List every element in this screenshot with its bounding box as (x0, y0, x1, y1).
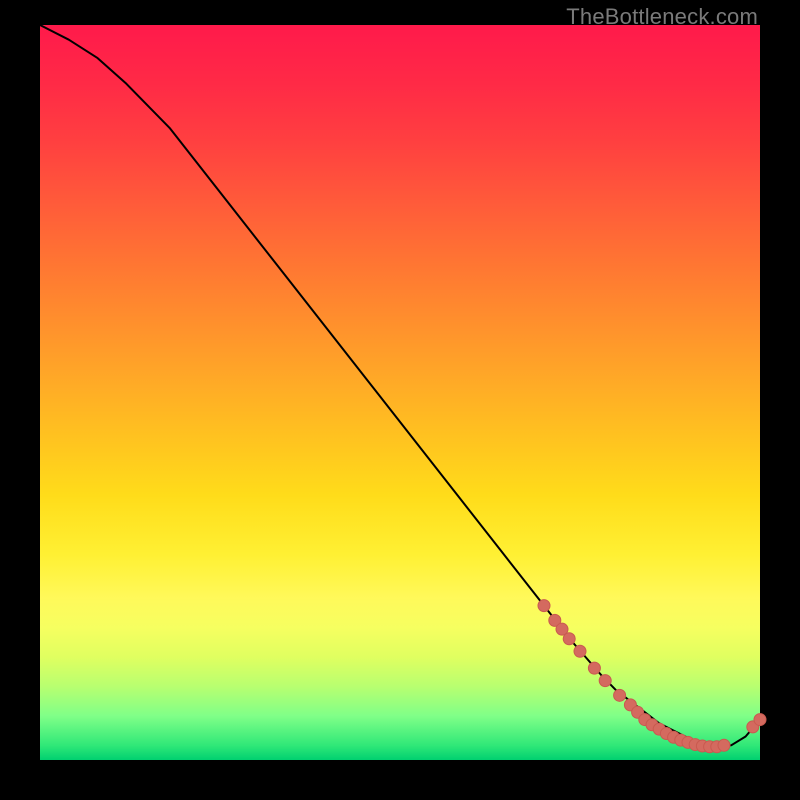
curve-marker (588, 662, 600, 674)
curve-marker (563, 633, 575, 645)
curve-marker (538, 600, 550, 612)
curve-marker (574, 645, 586, 657)
plot-area (40, 25, 760, 760)
curve-marker (599, 675, 611, 687)
chart-svg (40, 25, 760, 760)
bottleneck-curve (40, 25, 760, 747)
curve-markers (538, 600, 766, 753)
curve-marker (718, 739, 730, 751)
curve-marker (614, 689, 626, 701)
chart-frame: TheBottleneck.com (0, 0, 800, 800)
curve-marker (754, 714, 766, 726)
